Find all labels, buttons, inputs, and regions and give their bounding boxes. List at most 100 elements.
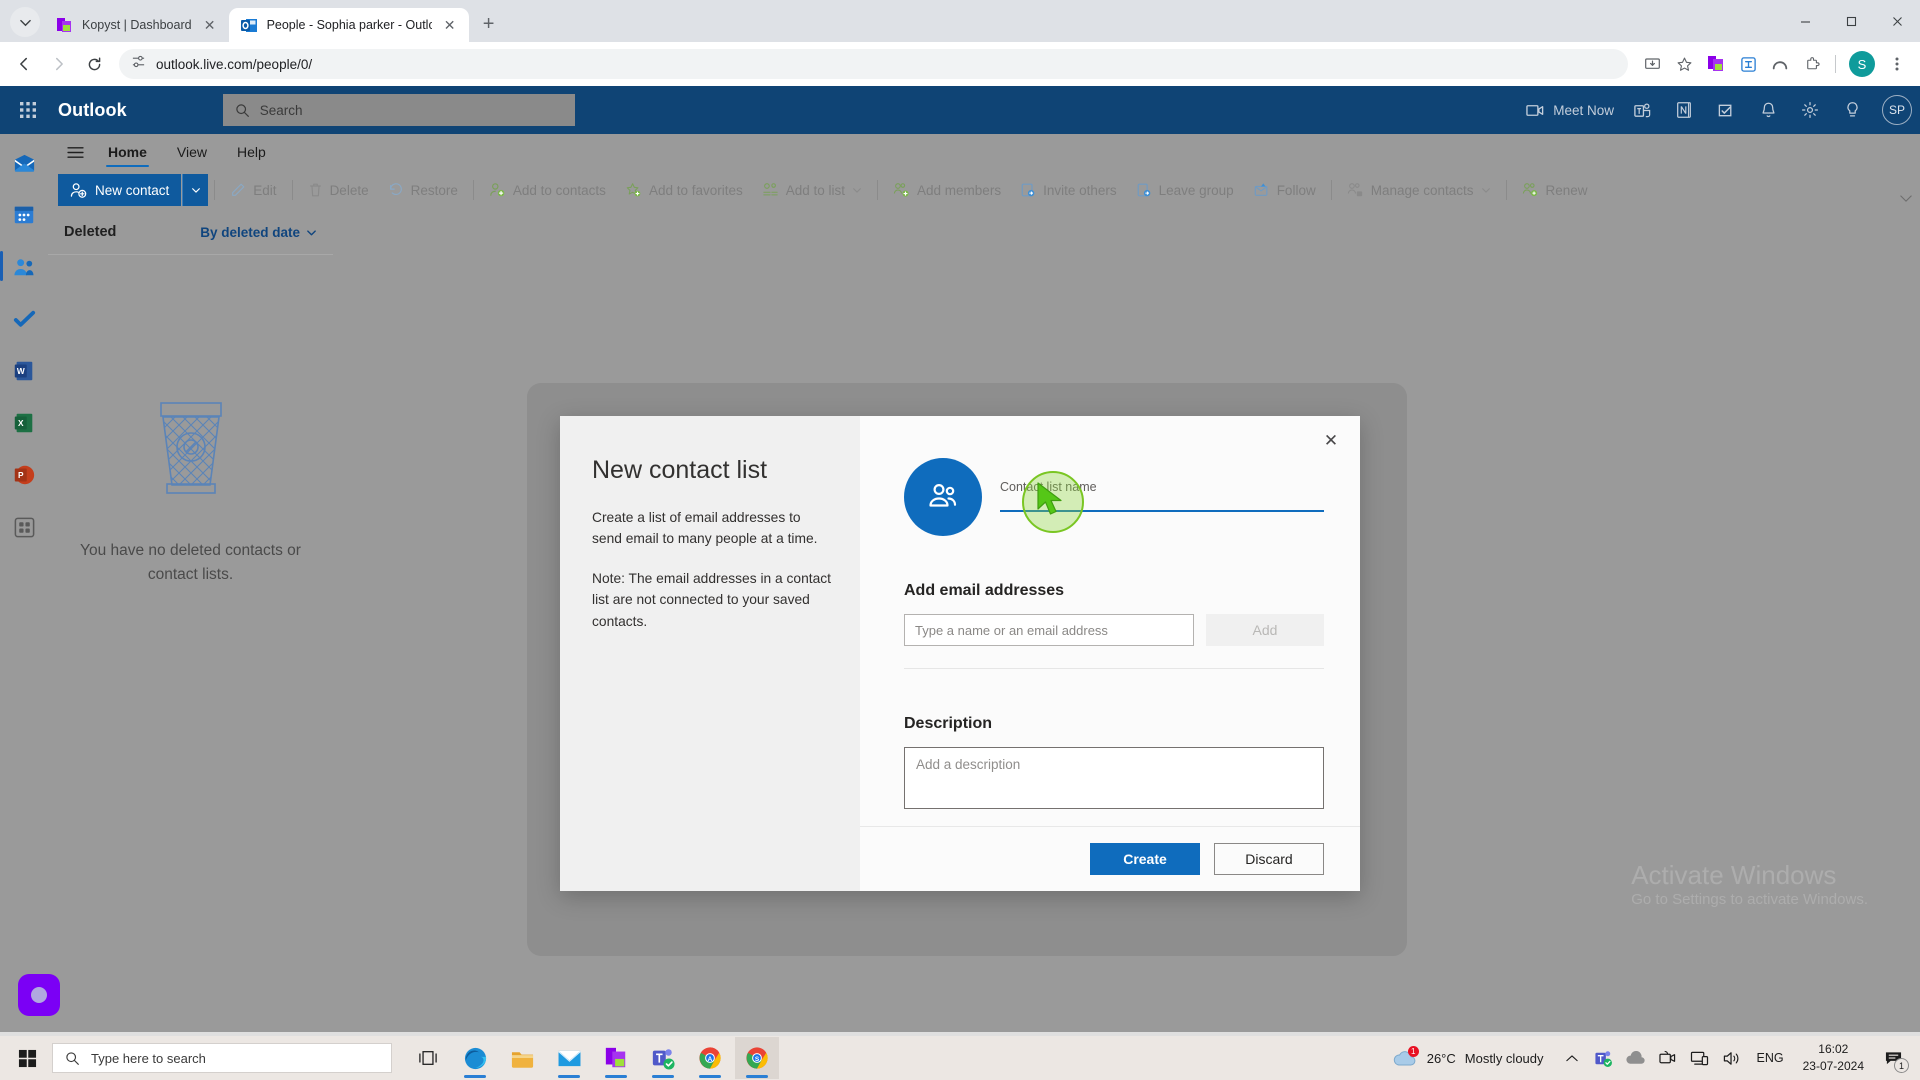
network-icon[interactable] <box>1686 1038 1714 1078</box>
task-view-icon[interactable] <box>406 1037 450 1079</box>
lightbulb-icon[interactable] <box>1832 90 1872 130</box>
maximize-button[interactable] <box>1828 0 1874 42</box>
rail-item-all-apps[interactable] <box>4 510 44 544</box>
taskbar-chrome-a-icon[interactable]: A <box>688 1037 732 1079</box>
floating-recorder-widget[interactable] <box>18 974 60 1016</box>
rail-item-powerpoint[interactable]: P <box>4 458 44 492</box>
user-avatar[interactable]: SP <box>1882 95 1912 125</box>
todo-icon[interactable] <box>1706 90 1746 130</box>
close-dialog-button[interactable]: ✕ <box>1316 426 1346 456</box>
add-to-contacts-button: Add to contacts <box>480 174 615 206</box>
tab-help[interactable]: Help <box>223 135 280 169</box>
restore-icon <box>389 183 402 196</box>
bell-icon[interactable] <box>1748 90 1788 130</box>
sort-dropdown[interactable]: By deleted date <box>200 225 317 240</box>
search-icon <box>235 103 249 117</box>
reload-icon[interactable] <box>78 48 110 80</box>
kopyst-extension-icon[interactable] <box>1701 49 1731 79</box>
taskbar-search[interactable]: Type here to search <box>52 1043 392 1073</box>
close-icon[interactable]: ✕ <box>441 16 459 34</box>
tab-home[interactable]: Home <box>94 135 161 169</box>
app-launcher-icon[interactable] <box>8 90 48 130</box>
activate-windows-watermark: Activate Windows Go to Settings to activ… <box>1631 860 1868 908</box>
rail-item-calendar[interactable] <box>4 198 44 232</box>
description-textarea[interactable]: Add a description <box>904 747 1324 809</box>
rail-item-mail[interactable] <box>4 146 44 180</box>
language-indicator[interactable]: ENG <box>1750 1051 1791 1065</box>
minimize-button[interactable] <box>1782 0 1828 42</box>
taskbar-kopyst-icon[interactable] <box>594 1037 638 1079</box>
add-to-contacts-label: Add to contacts <box>512 182 606 198</box>
site-settings-icon[interactable] <box>131 54 146 74</box>
leave-group-icon <box>1137 183 1150 197</box>
forward-icon <box>43 48 75 80</box>
meet-now-button[interactable]: Meet Now <box>1520 90 1620 130</box>
install-app-icon[interactable] <box>1637 49 1667 79</box>
search-input[interactable]: Search <box>222 94 575 126</box>
taskbar-chrome-s-icon[interactable]: S <box>735 1037 779 1079</box>
email-input[interactable]: Type a name or an email address <box>904 614 1194 646</box>
rail-item-people[interactable] <box>0 250 44 284</box>
taskbar-mail-icon[interactable] <box>547 1037 591 1079</box>
divider <box>1505 180 1507 200</box>
add-to-favorites-label: Add to favorites <box>648 182 743 198</box>
tray-teams-icon[interactable] <box>1590 1038 1618 1078</box>
hamburger-icon[interactable] <box>58 137 92 167</box>
taskbar-teams-icon[interactable] <box>641 1037 685 1079</box>
svg-text:X: X <box>18 418 24 428</box>
translate-extension-icon[interactable] <box>1733 49 1763 79</box>
rail-item-todo[interactable] <box>4 302 44 336</box>
browser-tab-outlook[interactable]: People - Sophia parker - Outlook ✕ <box>228 8 469 42</box>
address-bar[interactable]: outlook.live.com/people/0/ <box>119 49 1628 79</box>
show-hidden-icons-chevron[interactable] <box>1558 1038 1586 1078</box>
tab-search-button[interactable] <box>10 7 40 37</box>
notification-center-button[interactable]: 1 <box>1876 1038 1910 1078</box>
onedrive-icon[interactable] <box>1622 1038 1650 1078</box>
new-contact-button[interactable]: New contact <box>58 174 182 206</box>
teams-icon[interactable] <box>1622 90 1662 130</box>
dialog-title: New contact list <box>592 456 768 484</box>
outlook-header: Outlook Search Meet Now SP <box>0 86 1920 134</box>
close-window-button[interactable] <box>1874 0 1920 42</box>
divider <box>214 180 216 200</box>
gear-icon[interactable] <box>1790 90 1830 130</box>
outlook-header-actions: Meet Now SP <box>1520 90 1912 130</box>
arc-extension-icon[interactable] <box>1765 49 1795 79</box>
collapse-ribbon-icon[interactable] <box>1900 190 1912 208</box>
create-button[interactable]: Create <box>1090 843 1200 875</box>
bookmark-star-icon[interactable] <box>1669 49 1699 79</box>
renew-icon <box>1522 183 1537 197</box>
new-contact-icon <box>70 182 87 198</box>
back-icon[interactable] <box>8 48 40 80</box>
taskbar-file-explorer-icon[interactable] <box>500 1037 544 1079</box>
discard-button[interactable]: Discard <box>1214 843 1324 875</box>
weather-widget[interactable]: 1 26°C Mostly cloudy <box>1382 1046 1554 1068</box>
app-rail: W X P <box>0 134 48 1032</box>
contact-list-name-field[interactable]: Contact list name <box>1000 458 1324 512</box>
new-contact-dropdown[interactable] <box>182 174 209 206</box>
tray-meet-icon[interactable] <box>1654 1038 1682 1078</box>
close-icon[interactable]: ✕ <box>201 16 219 34</box>
edit-label: Edit <box>253 182 277 198</box>
rail-item-word[interactable]: W <box>4 354 44 388</box>
browser-tab-kopyst[interactable]: Kopyst | Dashboard ✕ <box>44 8 229 42</box>
description-section-title: Description <box>904 715 993 732</box>
taskbar-edge-icon[interactable] <box>453 1037 497 1079</box>
add-members-button: Add members <box>884 174 1010 206</box>
new-tab-button[interactable]: + <box>475 10 503 38</box>
extensions-puzzle-icon[interactable] <box>1797 49 1827 79</box>
contact-list-identity-row: Contact list name <box>904 458 1324 536</box>
start-button[interactable] <box>4 1036 50 1080</box>
windows-taskbar: Type here to search A S 1 26°C Mostly cl… <box>0 1036 1920 1080</box>
volume-icon[interactable] <box>1718 1038 1746 1078</box>
browser-profile-avatar[interactable]: S <box>1849 51 1875 77</box>
chrome-menu-icon[interactable] <box>1882 49 1912 79</box>
list-pane-header: Deleted By deleted date <box>48 210 333 254</box>
tab-view[interactable]: View <box>163 135 221 169</box>
clock-widget[interactable]: 16:02 23-07-2024 <box>1795 1041 1872 1075</box>
divider <box>472 180 474 200</box>
weather-condition-text: Mostly cloudy <box>1464 1050 1544 1066</box>
rail-item-excel[interactable]: X <box>4 406 44 440</box>
onenote-icon[interactable] <box>1664 90 1704 130</box>
add-contact-icon <box>490 183 505 197</box>
